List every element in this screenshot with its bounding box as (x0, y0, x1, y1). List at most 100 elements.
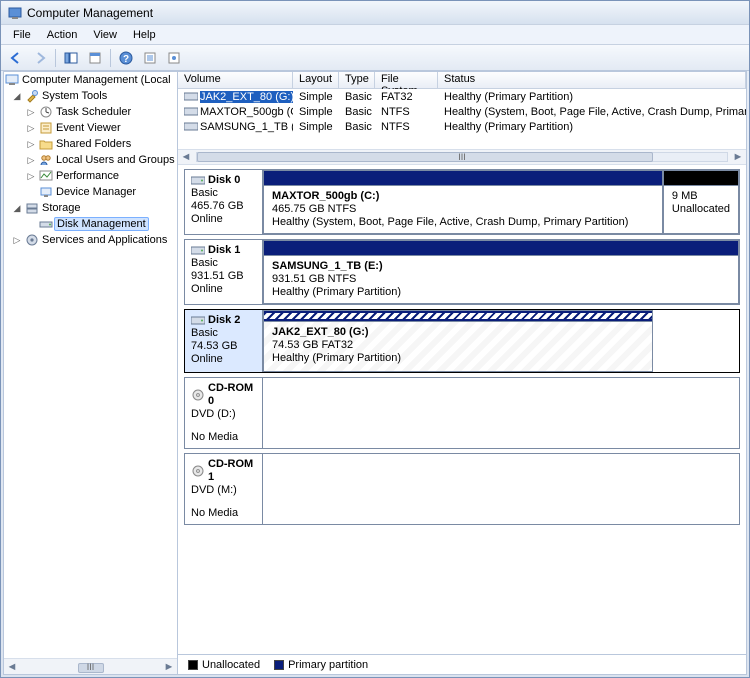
tree-storage[interactable]: ◢ Storage (4, 200, 177, 216)
expand-icon[interactable]: ▷ (24, 123, 38, 134)
disk-title: Disk 0 (208, 174, 240, 187)
stripe-primary (264, 171, 662, 185)
tree-label: Disk Management (54, 217, 149, 231)
scroll-left-icon[interactable]: ◄ (178, 151, 194, 163)
device-icon (38, 184, 54, 200)
volume-name: SAMSUNG_1_TB (E:) (200, 121, 293, 133)
cdrom-icon (191, 389, 205, 401)
tree-scrollbar[interactable]: ◄ III ► (4, 658, 177, 674)
settings-button[interactable] (163, 47, 185, 69)
col-status[interactable]: Status (438, 72, 746, 88)
menu-view[interactable]: View (85, 27, 125, 43)
show-hide-tree-button[interactable] (60, 47, 82, 69)
volume-row[interactable]: MAXTOR_500gb (C:) Simple Basic NTFS Heal… (178, 104, 746, 119)
back-button[interactable] (5, 47, 27, 69)
volume-fs: NTFS (375, 106, 438, 118)
disk-icon (191, 245, 205, 256)
collapse-icon[interactable]: ◢ (10, 203, 24, 214)
col-fs[interactable]: File System (375, 72, 438, 88)
menu-help[interactable]: Help (125, 27, 164, 43)
cdrom-state: No Media (191, 431, 258, 444)
cdrom-row[interactable]: CD-ROM 0 DVD (D:) No Media (184, 377, 740, 449)
tree-label: System Tools (42, 90, 107, 102)
tree-system-tools[interactable]: ◢ System Tools (4, 88, 177, 104)
disk-row[interactable]: Disk 2 Basic 74.53 GB Online JAK2_EXT_80… (184, 309, 740, 373)
tree-disk-management[interactable]: Disk Management (4, 216, 177, 232)
refresh-button[interactable] (139, 47, 161, 69)
disk-size: 465.76 GB (191, 200, 258, 213)
expand-icon[interactable]: ▷ (24, 139, 38, 150)
partition[interactable]: SAMSUNG_1_TB (E:) 931.51 GB NTFS Healthy… (263, 240, 739, 304)
expand-icon[interactable]: ▷ (10, 235, 24, 246)
disk-row[interactable]: Disk 1 Basic 931.51 GB Online SAMSUNG_1_… (184, 239, 740, 305)
partition-size: 74.53 GB FAT32 (272, 339, 644, 352)
volume-layout: Simple (293, 106, 339, 118)
cdrom-title: CD-ROM 0 (208, 382, 258, 408)
tree-root[interactable]: Computer Management (Local (4, 72, 177, 88)
partition[interactable]: MAXTOR_500gb (C:) 465.75 GB NTFS Healthy… (263, 170, 663, 234)
partition-area: SAMSUNG_1_TB (E:) 931.51 GB NTFS Healthy… (263, 240, 739, 304)
col-volume[interactable]: Volume (178, 72, 293, 88)
disk-size: 74.53 GB (191, 340, 258, 353)
menu-file[interactable]: File (5, 27, 39, 43)
tree-performance[interactable]: ▷ Performance (4, 168, 177, 184)
scroll-thumb[interactable] (197, 152, 653, 162)
swatch-black (188, 660, 198, 670)
col-layout[interactable]: Layout (293, 72, 339, 88)
partition-name: SAMSUNG_1_TB (E:) (272, 260, 730, 273)
help-button[interactable]: ? (115, 47, 137, 69)
scroll-mark: III (87, 662, 95, 672)
volume-row[interactable]: JAK2_EXT_80 (G:) Simple Basic FAT32 Heal… (178, 89, 746, 104)
volume-list: JAK2_EXT_80 (G:) Simple Basic FAT32 Heal… (178, 89, 746, 149)
tree-local-users[interactable]: ▷ Local Users and Groups (4, 152, 177, 168)
collapse-icon[interactable]: ◢ (10, 91, 24, 102)
scroll-right-icon[interactable]: ► (161, 661, 177, 673)
partition[interactable]: JAK2_EXT_80 (G:) 74.53 GB FAT32 Healthy … (263, 310, 653, 372)
performance-icon (38, 168, 54, 184)
volume-scrollbar[interactable]: ◄ III ► (178, 149, 746, 165)
tree-label: Storage (42, 202, 81, 214)
partition-area: MAXTOR_500gb (C:) 465.75 GB NTFS Healthy… (263, 170, 739, 234)
cdrom-row[interactable]: CD-ROM 1 DVD (M:) No Media (184, 453, 740, 525)
partition-status: Healthy (Primary Partition) (272, 286, 730, 299)
clock-icon (38, 104, 54, 120)
stripe-primary (264, 241, 738, 255)
col-type[interactable]: Type (339, 72, 375, 88)
tree-device-manager[interactable]: Device Manager (4, 184, 177, 200)
cdrom-state: No Media (191, 507, 258, 520)
tree-event-viewer[interactable]: ▷ Event Viewer (4, 120, 177, 136)
swatch-blue (274, 660, 284, 670)
scroll-left-icon[interactable]: ◄ (4, 661, 20, 673)
volume-type: Basic (339, 91, 375, 103)
volume-fs: FAT32 (375, 91, 438, 103)
legend-primary: Primary partition (274, 659, 368, 671)
storage-icon (24, 200, 40, 216)
disk-mgmt-icon (38, 216, 54, 232)
titlebar[interactable]: Computer Management (1, 1, 749, 25)
scroll-right-icon[interactable]: ► (730, 151, 746, 163)
properties-button[interactable] (84, 47, 106, 69)
volume-header: Volume Layout Type File System Status (178, 72, 746, 89)
users-icon (38, 152, 54, 168)
disk-title: Disk 2 (208, 314, 240, 327)
expand-icon[interactable]: ▷ (24, 155, 38, 166)
menu-action[interactable]: Action (39, 27, 86, 43)
scroll-thumb[interactable]: III (28, 663, 153, 671)
scroll-track[interactable]: III (196, 152, 728, 162)
volume-row[interactable]: SAMSUNG_1_TB (E:) Simple Basic NTFS Heal… (178, 119, 746, 134)
partition-name: JAK2_EXT_80 (G:) (272, 326, 644, 339)
tree-task-scheduler[interactable]: ▷ Task Scheduler (4, 104, 177, 120)
expand-icon[interactable]: ▷ (24, 107, 38, 118)
cdrom-info: CD-ROM 0 DVD (D:) No Media (185, 378, 263, 448)
tree-shared-folders[interactable]: ▷ Shared Folders (4, 136, 177, 152)
partition-unallocated[interactable]: 9 MB Unallocated (663, 170, 739, 234)
disk-row[interactable]: Disk 0 Basic 465.76 GB Online MAXTOR_500… (184, 169, 740, 235)
folder-shared-icon (38, 136, 54, 152)
computer-icon (4, 72, 20, 88)
expand-icon[interactable]: ▷ (24, 171, 38, 182)
legend-label: Primary partition (288, 659, 368, 671)
tree-services-apps[interactable]: ▷ Services and Applications (4, 232, 177, 248)
tree-label: Event Viewer (56, 122, 121, 134)
forward-button[interactable] (29, 47, 51, 69)
tree-label: Shared Folders (56, 138, 131, 150)
